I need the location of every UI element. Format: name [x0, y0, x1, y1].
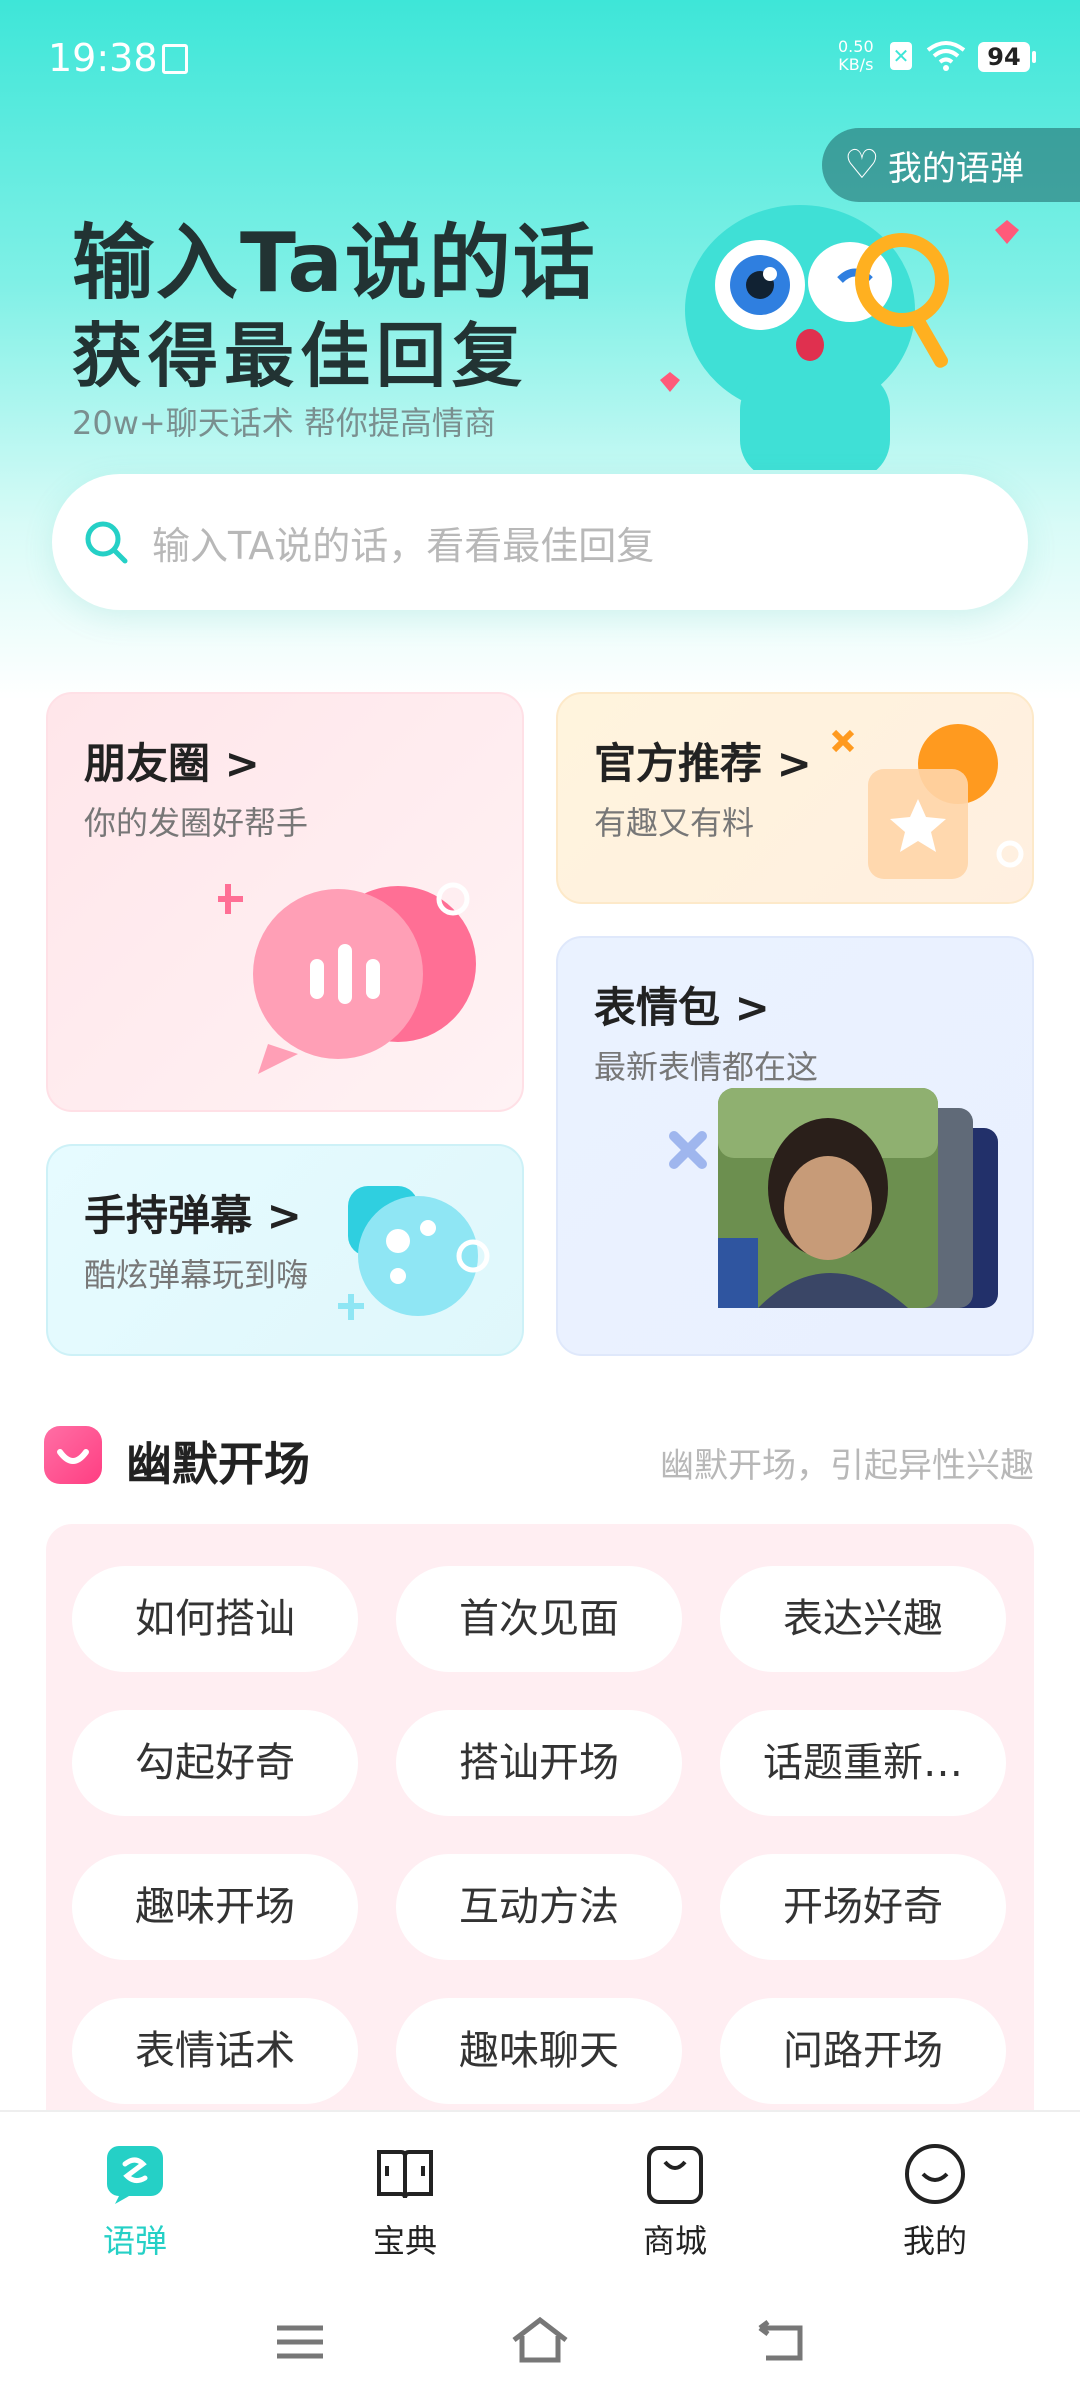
- net-speed-value: 0.50: [838, 37, 874, 56]
- tag-chip[interactable]: 如何搭讪: [72, 1566, 358, 1672]
- tag-chip[interactable]: 搭讪开场: [396, 1710, 682, 1816]
- search-bar[interactable]: 输入TA说的话，看看最佳回复: [52, 474, 1028, 610]
- tab-shop[interactable]: 商城: [595, 2142, 755, 2262]
- card-stickers-subtitle: 最新表情都在这: [594, 1048, 819, 1086]
- card-moments[interactable]: 朋友圈 > 你的发圈好帮手: [46, 692, 524, 1112]
- tag-chip[interactable]: 趣味开场: [72, 1854, 358, 1960]
- tab-mine[interactable]: 我的: [855, 2142, 1015, 2262]
- tab-label: 语弹: [102, 2222, 167, 2260]
- tab-label: 商城: [642, 2222, 707, 2260]
- tag-chip[interactable]: 表情话术: [72, 1998, 358, 2104]
- tag-chip[interactable]: 首次见面: [396, 1566, 682, 1672]
- card-official[interactable]: 官方推荐 > 有趣又有料: [556, 692, 1034, 904]
- card-moments-subtitle: 你的发圈好帮手: [84, 804, 309, 842]
- tag-chip[interactable]: 表达兴趣: [720, 1566, 1006, 1672]
- card-danmaku-subtitle: 酷炫弹幕玩到嗨: [84, 1256, 309, 1294]
- card-danmaku[interactable]: 手持弹幕 > 酷炫弹幕玩到嗨: [46, 1144, 524, 1356]
- tag-chip[interactable]: 开场好奇: [720, 1854, 1006, 1960]
- tab-label: 我的: [902, 2222, 967, 2260]
- tag-chip[interactable]: 话题重新…: [720, 1710, 1006, 1816]
- chat-bubble-icon: [107, 2146, 163, 2204]
- hero-subtitle: 20w+聊天话术 帮你提高情商: [72, 404, 496, 442]
- status-time: 19:38: [48, 36, 158, 80]
- back-icon[interactable]: [756, 2320, 806, 2364]
- status-bar: 19:38 0.50 KB/s ✕ 94: [0, 0, 1080, 120]
- search-icon: [85, 521, 128, 564]
- hero-title-line1: 输入Ta说的话: [72, 216, 597, 311]
- net-speed-unit: KB/s: [838, 55, 874, 74]
- bottom-tab-bar: 语弹 宝典 商城 我的: [0, 2110, 1080, 2282]
- card-moments-title: 朋友圈 >: [84, 739, 260, 788]
- tag-chip[interactable]: 趣味聊天: [396, 1998, 682, 2104]
- tab-yudan[interactable]: 语弹: [55, 2142, 215, 2262]
- card-official-title: 官方推荐 >: [594, 739, 812, 788]
- menu-icon[interactable]: [275, 2322, 325, 2362]
- card-danmaku-title: 手持弹幕 >: [84, 1191, 302, 1240]
- danmaku-bubble-icon: [338, 1186, 490, 1320]
- section-title: 幽默开场: [126, 1437, 310, 1491]
- tag-chip[interactable]: 问路开场: [720, 1998, 1006, 2104]
- hero-title-line2: 获得最佳回复: [72, 315, 528, 397]
- star-badge-icon: [831, 724, 1024, 879]
- home-icon[interactable]: [510, 2316, 570, 2366]
- net-speed: 0.50 KB/s: [838, 38, 874, 74]
- tab-baodian[interactable]: 宝典: [325, 2142, 485, 2262]
- humor-section-icon: [44, 1426, 102, 1484]
- search-placeholder: 输入TA说的话，看看最佳回复: [152, 523, 655, 568]
- sim-icon: [162, 44, 188, 74]
- tag-chip[interactable]: 互动方法: [396, 1854, 682, 1960]
- card-stickers[interactable]: 表情包 > 最新表情都在这: [556, 936, 1034, 1356]
- notification-icon: ✕: [890, 42, 912, 70]
- sticker-preview-image: [718, 1088, 998, 1308]
- tags-panel: 如何搭讪 首次见面 表达兴趣 勾起好奇 搭讪开场 话题重新… 趣味开场 互动方法…: [46, 1524, 1034, 2110]
- smile-face-icon: [905, 2144, 965, 2204]
- book-icon: [377, 2150, 433, 2199]
- tag-chip[interactable]: 勾起好奇: [72, 1710, 358, 1816]
- card-official-subtitle: 有趣又有料: [594, 804, 755, 842]
- shopping-bag-icon: [647, 2146, 703, 2204]
- tab-label: 宝典: [372, 2222, 437, 2260]
- card-stickers-title: 表情包 >: [594, 983, 770, 1032]
- wifi-icon: [926, 41, 966, 71]
- mascot-illustration: [660, 205, 1019, 470]
- battery-indicator: 94: [978, 42, 1036, 72]
- system-nav-bar: [0, 2280, 1080, 2400]
- section-subtitle: 幽默开场，引起异性兴趣: [660, 1446, 1034, 1486]
- voice-bubble-icon: [218, 882, 476, 1074]
